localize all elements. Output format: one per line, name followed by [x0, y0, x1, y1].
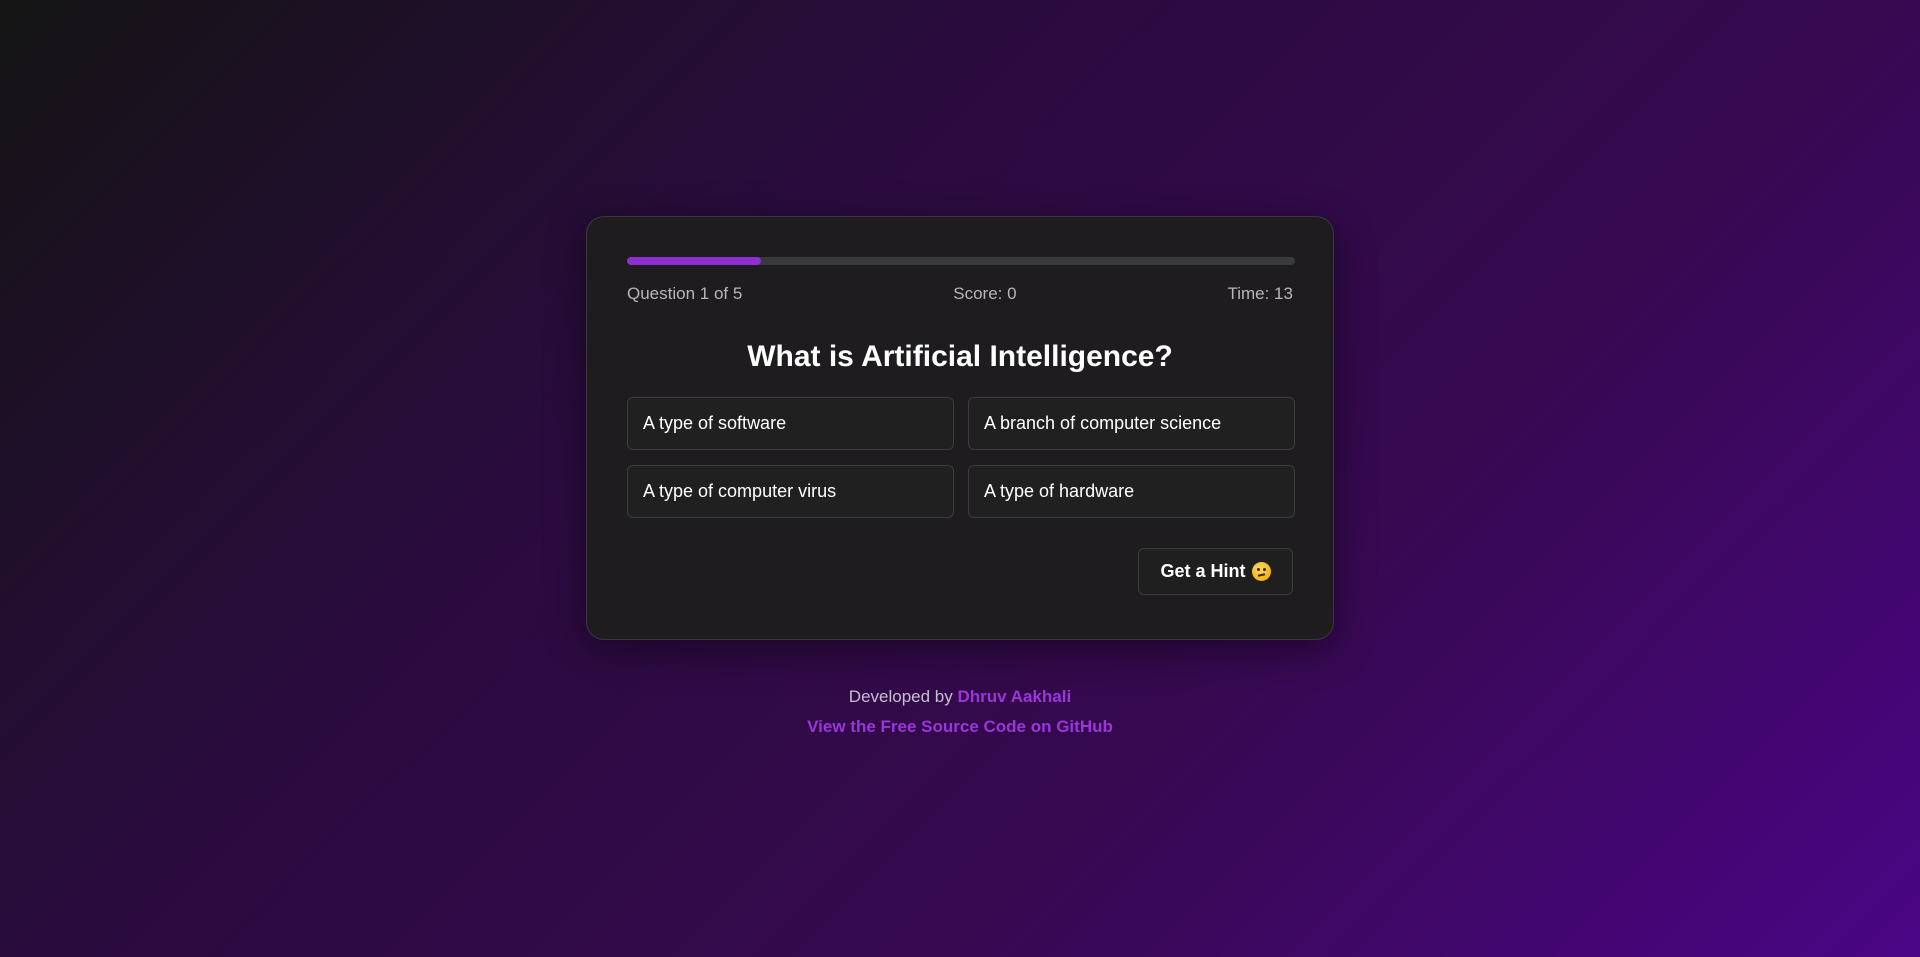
- author-link[interactable]: Dhruv Aakhali: [958, 687, 1072, 706]
- footer: Developed by Dhruv Aakhali View the Free…: [0, 684, 1920, 740]
- hint-row: Get a Hint: [627, 548, 1293, 595]
- question-counter: Question 1 of 5: [627, 284, 743, 303]
- progress-bar-fill: [627, 257, 761, 265]
- quiz-status-row: Question 1 of 5 Score: 0 Time: 13: [627, 283, 1293, 305]
- timer-display: Time: 13: [1227, 284, 1293, 303]
- quiz-card: Question 1 of 5 Score: 0 Time: 13 What i…: [586, 216, 1334, 640]
- answer-option[interactable]: A branch of computer science: [968, 397, 1295, 450]
- credits-line: Developed by Dhruv Aakhali: [0, 684, 1920, 710]
- source-line: View the Free Source Code on GitHub: [0, 714, 1920, 740]
- answer-option[interactable]: A type of computer virus: [627, 465, 954, 518]
- progress-bar: [627, 257, 1295, 265]
- get-hint-button[interactable]: Get a Hint: [1138, 548, 1293, 595]
- question-text: What is Artificial Intelligence?: [747, 340, 1173, 373]
- score-display: Score: 0: [953, 284, 1017, 303]
- answer-option[interactable]: A type of software: [627, 397, 954, 450]
- github-source-link[interactable]: View the Free Source Code on GitHub: [807, 717, 1113, 736]
- answer-option[interactable]: A type of hardware: [968, 465, 1295, 518]
- developed-by-text: Developed by: [848, 687, 953, 706]
- hint-button-label: Get a Hint: [1160, 561, 1246, 581]
- thinking-face-icon: [1251, 562, 1271, 581]
- answer-options: A type of software A branch of computer …: [627, 397, 1295, 518]
